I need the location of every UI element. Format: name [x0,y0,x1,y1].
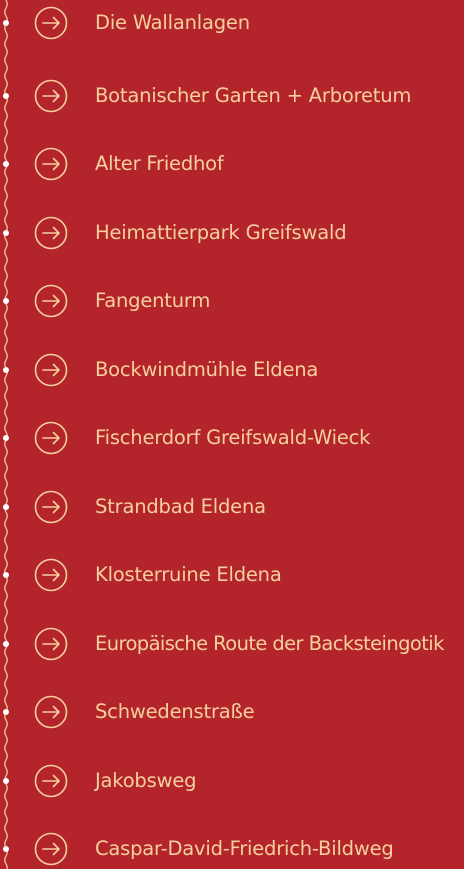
circle-arrow-right-icon [34,353,68,387]
timeline-dot [3,504,9,510]
circle-arrow-right-icon [34,627,68,661]
timeline-dot [3,93,9,99]
circle-arrow-right-icon [34,6,68,40]
list-item-label: Strandbad Eldena [95,495,266,518]
circle-arrow-right-icon [34,284,68,318]
timeline-dot [3,230,9,236]
circle-arrow-right-icon [34,832,68,866]
timeline-dot [3,572,9,578]
list-item-strandbad[interactable]: Strandbad Eldena [0,487,464,527]
list-item-label: Klosterruine Eldena [95,563,282,586]
attractions-list: Die Wallanlagen Botanischer Garten + Arb… [0,0,464,869]
list-item-label: Fangenturm [95,289,211,312]
timeline-dot [3,435,9,441]
timeline-dot [3,20,9,26]
timeline-dot [3,778,9,784]
timeline-dot [3,161,9,167]
circle-arrow-right-icon [34,216,68,250]
circle-arrow-right-icon [34,558,68,592]
list-item-caspar-david-friedrich[interactable]: Caspar-David-Friedrich-Bildweg [0,829,464,869]
list-item-backsteingotik[interactable]: Europäische Route der Backsteingotik [0,624,464,664]
timeline-dot [3,641,9,647]
timeline-dot [3,846,9,852]
list-item-alter-friedhof[interactable]: Alter Friedhof [0,144,464,184]
list-item-label: Jakobsweg [95,769,197,792]
list-item-label: Schwedenstraße [95,700,255,723]
list-item-label: Caspar-David-Friedrich-Bildweg [95,837,394,860]
list-item-label: Botanischer Garten + Arboretum [95,84,412,107]
circle-arrow-right-icon [34,421,68,455]
list-item-label: Alter Friedhof [95,152,224,175]
list-item-klosterruine[interactable]: Klosterruine Eldena [0,555,464,595]
timeline-dot [3,709,9,715]
list-item-label: Europäische Route der Backsteingotik [95,632,444,655]
timeline-dot [3,367,9,373]
list-item-label: Fischerdorf Greifswald-Wieck [95,426,371,449]
timeline-dot [3,298,9,304]
circle-arrow-right-icon [34,490,68,524]
circle-arrow-right-icon [34,695,68,729]
list-item-heimattierpark[interactable]: Heimattierpark Greifswald [0,213,464,253]
circle-arrow-right-icon [34,79,68,113]
list-item-fangenturm[interactable]: Fangenturm [0,281,464,321]
list-item-wallanlagen[interactable]: Die Wallanlagen [0,3,464,43]
circle-arrow-right-icon [34,764,68,798]
list-item-bockwindmuehle[interactable]: Bockwindmühle Eldena [0,350,464,390]
list-item-schwedenstrasse[interactable]: Schwedenstraße [0,692,464,732]
circle-arrow-right-icon [34,147,68,181]
list-item-label: Heimattierpark Greifswald [95,221,347,244]
list-item-label: Bockwindmühle Eldena [95,358,319,381]
list-item-jakobsweg[interactable]: Jakobsweg [0,761,464,801]
list-item-fischerdorf[interactable]: Fischerdorf Greifswald-Wieck [0,418,464,458]
list-item-botanischer-garten[interactable]: Botanischer Garten + Arboretum [0,76,464,116]
list-item-label: Die Wallanlagen [95,11,250,34]
